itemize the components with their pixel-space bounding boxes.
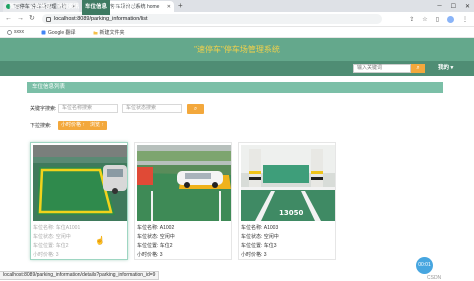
bookmark-label: sxxx <box>14 29 24 35</box>
minimize-icon[interactable]: ─ <box>437 3 441 9</box>
parking-card[interactable]: 13050 车位名称: A1003 车位状态: 空闲中 车位位置: 车位3 小时… <box>238 142 336 260</box>
parking-photo <box>137 145 231 221</box>
folder-icon <box>93 31 98 34</box>
reload-icon[interactable]: ↻ <box>29 14 35 24</box>
parking-photo: 13050 <box>241 145 335 221</box>
menu-dots-icon[interactable]: ⋮ <box>462 16 468 23</box>
bookmark-star-icon[interactable]: ☆ <box>422 16 427 23</box>
parking-info: 车位名称: A1002 车位状态: 空闲中 车位位置: 车位2 小时价格: 3 <box>137 224 175 260</box>
url-field[interactable]: localhost:8089/parking_information/list <box>42 14 382 24</box>
new-tab-button[interactable]: + <box>178 1 183 11</box>
parking-price: 小时价格: 3 <box>137 252 163 258</box>
parking-info: 车位名称: A1003 车位状态: 空闲中 车位位置: 车位3 小时价格: 3 <box>241 224 279 260</box>
search-icon: ⌕ <box>193 106 198 112</box>
parking-status: 车位状态: 空闲中 <box>241 234 279 240</box>
url-text: localhost:8089/parking_information/list <box>54 16 148 22</box>
parking-name: 车位名称: A1002 <box>137 225 175 231</box>
nav-item-home[interactable]: 首页 <box>6 0 23 15</box>
back-arrow-icon[interactable]: ← <box>5 14 12 24</box>
parking-price: 小时价格: 3 <box>33 252 59 258</box>
forward-arrow-icon[interactable]: → <box>17 14 24 24</box>
bookmark-label: 新建文件夹 <box>99 29 125 36</box>
site-search-button[interactable]: ⌕ <box>411 64 425 73</box>
name-search-input[interactable]: 车位名称搜索 <box>58 104 118 113</box>
maximize-icon[interactable]: ☐ <box>451 3 456 10</box>
parking-price: 小时价格: 3 <box>241 252 267 258</box>
page-title: 车位信息列表 <box>32 84 66 90</box>
garage-floor-number: 13050 <box>279 209 304 217</box>
my-account-menu[interactable]: 我的 ▾ <box>438 61 453 76</box>
watermark: CSDN <box>427 275 442 281</box>
floating-chat-button[interactable]: 00:01 <box>416 257 433 274</box>
sidebar-icon[interactable]: ▯ <box>436 16 439 23</box>
window-controls: ─ ☐ ✕ <box>437 0 470 12</box>
parking-photo <box>33 145 127 221</box>
bookmarks-bar: sxxx Google 翻译 新建文件夹 <box>0 27 474 38</box>
parking-status: 车位状态: 空闲中 <box>137 234 175 240</box>
parking-name: 车位名称: 车位A1001 <box>33 225 81 231</box>
parking-location: 车位位置: 车位2 <box>33 243 69 249</box>
site-search-input[interactable]: 输入关键词 <box>353 64 411 73</box>
parking-status: 车位状态: 空闲中 <box>33 234 71 240</box>
nav-item-points-exchange[interactable]: 积分兑换 <box>110 0 138 15</box>
parking-location: 车位位置: 车位3 <box>241 243 277 249</box>
avatar[interactable] <box>447 15 454 23</box>
bookmark-item[interactable]: Google 翻译 <box>41 29 76 36</box>
nav-item-parking-info[interactable]: 车位信息 <box>82 0 111 15</box>
browser-toolbar-right: ⇪ ☆ ▯ ⋮ <box>409 14 468 24</box>
hand-pointer-icon: ☝ <box>95 236 105 245</box>
search-icon: ⌕ <box>416 65 420 71</box>
status-search-input[interactable]: 车位状态搜索 <box>122 104 182 113</box>
parking-card[interactable]: 车位名称: 车位A1001 车位状态: 空闲中 车位位置: 车位2 小时价格: … <box>30 142 128 260</box>
parking-info: 车位名称: 车位A1001 车位状态: 空闲中 车位位置: 车位2 小时价格: … <box>33 224 80 260</box>
sort-by-price-button[interactable]: 小时价格 ↑ <box>58 121 88 130</box>
info-icon[interactable] <box>46 16 51 22</box>
nav-item-news[interactable]: 新闻资讯 <box>54 0 82 15</box>
globe-icon <box>7 29 12 35</box>
close-window-icon[interactable]: ✕ <box>465 3 470 10</box>
keyword-search-label: 关键字搜索: <box>30 106 57 112</box>
google-translate-icon <box>41 30 46 34</box>
filter-search-button[interactable]: ⌕ <box>187 104 204 114</box>
sort-by-views-button[interactable]: 浏览 ↑ <box>87 121 107 130</box>
bookmark-item[interactable]: sxxx <box>7 29 24 35</box>
parking-lot-cars-photo <box>137 145 231 221</box>
bookmark-label: Google 翻译 <box>48 29 76 36</box>
bookmark-item[interactable]: 新建文件夹 <box>93 29 125 36</box>
my-account-label: 我的 <box>438 65 450 71</box>
parking-name: 车位名称: A1003 <box>241 225 279 231</box>
close-tab-icon[interactable]: ✕ <box>167 4 171 10</box>
green-parking-space-photo <box>33 145 127 221</box>
site-title: "速停车"停车场管理系统 <box>194 45 280 54</box>
status-bar-url: localhost:8089/parking_information/detai… <box>0 271 160 280</box>
parking-card[interactable]: 车位名称: A1002 车位状态: 空闲中 车位位置: 车位2 小时价格: 3 <box>134 142 232 260</box>
section-header-bar <box>27 82 443 93</box>
sort-label: 下拉搜索: <box>30 123 52 129</box>
parking-location: 车位位置: 车位2 <box>137 243 173 249</box>
nav-item-notices[interactable]: 公告信息 <box>26 0 54 15</box>
share-icon[interactable]: ⇪ <box>409 16 414 23</box>
